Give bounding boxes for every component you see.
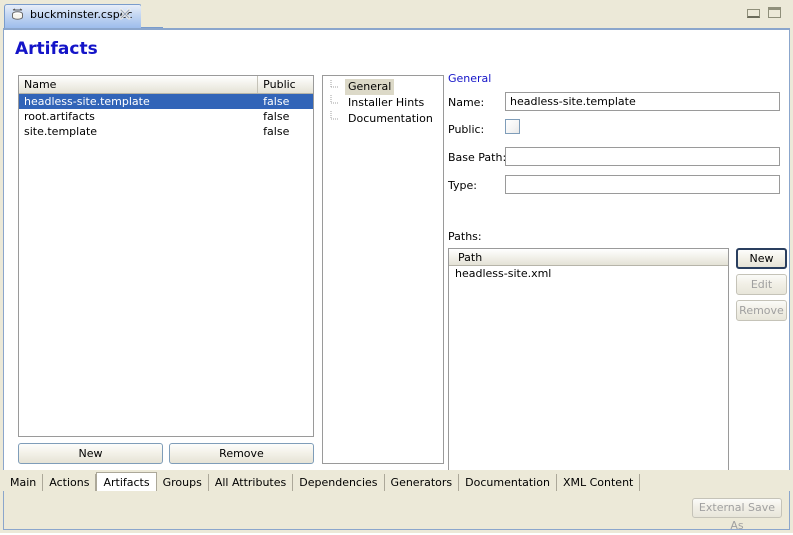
table-row[interactable]: site.template false bbox=[19, 124, 313, 139]
cell-public: false bbox=[263, 110, 290, 123]
tree-item-general[interactable]: General bbox=[323, 79, 443, 95]
tree-branch-icon bbox=[330, 111, 340, 127]
tab-actions[interactable]: Actions bbox=[43, 474, 97, 492]
page-title: Artifacts bbox=[15, 39, 98, 59]
window-controls bbox=[747, 5, 787, 21]
tab-documentation[interactable]: Documentation bbox=[459, 474, 557, 492]
general-detail-form: General Name: Public: Base Path: Type: P… bbox=[448, 72, 787, 491]
remove-path-button: Remove bbox=[736, 300, 787, 321]
base-path-input[interactable] bbox=[505, 147, 780, 166]
tree-branch-icon bbox=[330, 95, 340, 111]
artifacts-page: Artifacts Name Public headless-site.temp… bbox=[3, 28, 790, 491]
paths-table[interactable]: Path headless-site.xml bbox=[448, 248, 729, 491]
editor-tab-label: buckminster.cspec bbox=[30, 8, 133, 21]
type-label: Type: bbox=[448, 179, 477, 192]
type-input[interactable] bbox=[505, 175, 780, 194]
tab-xml-content[interactable]: XML Content bbox=[556, 474, 641, 492]
edit-path-button: Edit bbox=[736, 274, 787, 295]
cell-public: false bbox=[263, 125, 290, 138]
maximize-icon[interactable] bbox=[768, 7, 781, 18]
tree-item-label: Installer Hints bbox=[348, 96, 425, 109]
editor-tab-curve bbox=[141, 4, 163, 28]
tab-generators[interactable]: Generators bbox=[384, 474, 460, 492]
table-row[interactable]: headless-site.xml bbox=[449, 266, 728, 281]
form-section-title: General bbox=[448, 72, 492, 85]
name-input[interactable] bbox=[505, 92, 780, 111]
status-strip: External Save As bbox=[3, 491, 790, 532]
tree-item-installer-hints[interactable]: Installer Hints bbox=[323, 95, 443, 111]
column-header-public[interactable]: Public bbox=[258, 76, 313, 93]
base-path-label: Base Path: bbox=[448, 151, 507, 164]
close-icon[interactable] bbox=[119, 8, 131, 20]
table-header-row: Name Public bbox=[19, 76, 313, 94]
artifact-detail-tree[interactable]: General Installer Hints Documentation bbox=[322, 75, 444, 464]
external-save-as-button: External Save As bbox=[692, 498, 782, 532]
tree-item-documentation[interactable]: Documentation bbox=[323, 111, 443, 127]
editor-tab-bar: buckminster.cspec bbox=[0, 0, 793, 28]
tab-artifacts[interactable]: Artifacts bbox=[96, 472, 157, 493]
new-path-button[interactable]: New bbox=[736, 248, 787, 269]
paths-label: Paths: bbox=[448, 230, 482, 243]
tree-item-label: General bbox=[345, 79, 395, 95]
cell-public: false bbox=[263, 95, 290, 108]
tab-groups[interactable]: Groups bbox=[156, 474, 209, 492]
tree-item-label: Documentation bbox=[348, 112, 433, 125]
editor-window: buckminster.cspec Artifacts Name Public … bbox=[0, 0, 793, 533]
name-label: Name: bbox=[448, 96, 485, 109]
cspec-file-icon bbox=[10, 8, 25, 22]
remove-artifact-button[interactable]: Remove bbox=[169, 443, 314, 464]
tree-branch-icon bbox=[330, 79, 340, 95]
tab-dependencies[interactable]: Dependencies bbox=[293, 474, 385, 492]
cell-name: root.artifacts bbox=[24, 110, 95, 123]
public-checkbox[interactable] bbox=[505, 119, 520, 134]
public-label: Public: bbox=[448, 123, 485, 136]
cell-name: site.template bbox=[24, 125, 98, 138]
table-row[interactable]: root.artifacts false bbox=[19, 109, 313, 124]
table-row[interactable]: headless-site.template false bbox=[19, 94, 313, 109]
artifacts-table[interactable]: Name Public headless-site.template false… bbox=[18, 75, 314, 437]
new-artifact-button[interactable]: New bbox=[18, 443, 163, 464]
form-page-tabs: Main Actions Artifacts Groups All Attrib… bbox=[3, 470, 790, 493]
minimize-icon[interactable] bbox=[747, 9, 760, 18]
cell-name: headless-site.template bbox=[24, 95, 150, 108]
column-header-path[interactable]: Path bbox=[449, 249, 728, 266]
tab-main[interactable]: Main bbox=[3, 474, 44, 492]
tab-all-attributes[interactable]: All Attributes bbox=[208, 474, 294, 492]
column-header-name[interactable]: Name bbox=[19, 76, 259, 93]
